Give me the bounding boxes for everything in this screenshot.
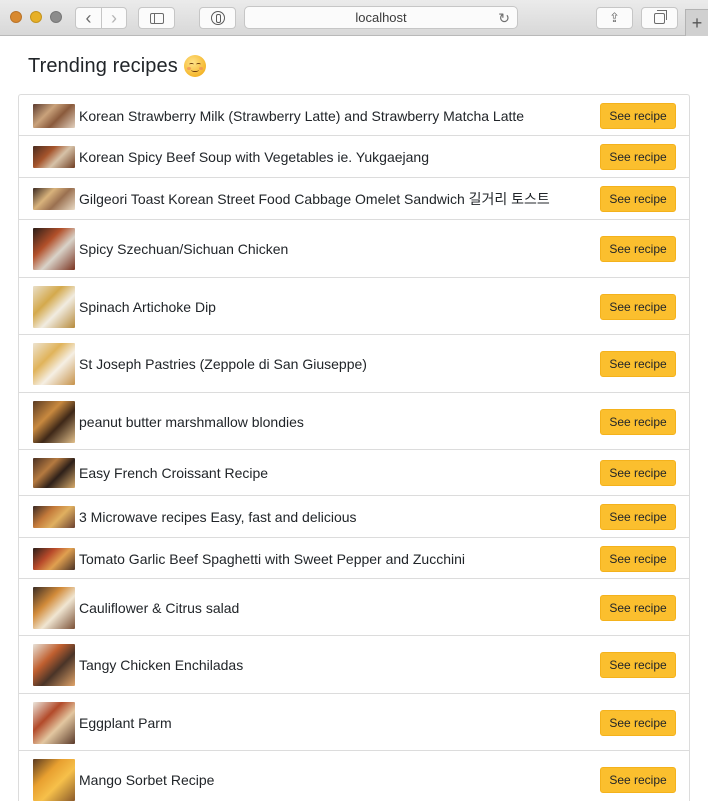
recipe-thumbnail [33,587,75,629]
recipe-row: Tomato Garlic Beef Spaghetti with Sweet … [19,538,689,579]
see-recipe-button[interactable]: See recipe [600,460,676,486]
recipe-row: Spicy Szechuan/Sichuan Chicken See recipe [19,220,689,278]
recipe-thumbnail [33,286,75,328]
recipe-name: Eggplant Parm [79,715,172,731]
see-recipe-button[interactable]: See recipe [600,595,676,621]
recipe-list: Korean Strawberry Milk (Strawberry Latte… [18,94,690,801]
recipe-row: Cauliflower & Citrus salad See recipe [19,579,689,636]
recipe-name: Tangy Chicken Enchiladas [79,657,244,673]
recipe-row: St Joseph Pastries (Zeppole di San Giuse… [19,335,689,393]
recipe-row: 3 Microwave recipes Easy, fast and delic… [19,496,689,538]
see-recipe-button[interactable]: See recipe [600,710,676,736]
privacy-shield-icon [210,11,225,25]
address-url: localhost [355,10,407,25]
recipe-row: Spinach Artichoke Dip See recipe [19,278,689,335]
forward-button[interactable]: › [101,8,126,28]
recipe-thumbnail [33,104,75,128]
recipe-name: Korean Spicy Beef Soup with Vegetables i… [79,149,429,165]
recipe-thumbnail [33,702,75,744]
recipe-thumbnail [33,343,75,385]
navigation-buttons: ‹ › [75,7,127,29]
recipe-name: peanut butter marshmallow blondies [79,414,304,430]
reload-icon[interactable]: ↻ [498,10,510,27]
show-tabs-button[interactable] [641,7,678,29]
see-recipe-button[interactable]: See recipe [600,186,676,212]
address-bar[interactable]: localhost ↻ [244,6,518,29]
see-recipe-button[interactable]: See recipe [600,767,676,793]
recipe-thumbnail [33,401,75,443]
recipe-row: Mango Sorbet Recipe See recipe [19,751,689,801]
recipe-row: Tangy Chicken Enchiladas See recipe [19,636,689,694]
recipe-thumbnail [33,548,75,570]
see-recipe-button[interactable]: See recipe [600,103,676,129]
recipe-row: Gilgeori Toast Korean Street Food Cabbag… [19,178,689,220]
zoom-window-button[interactable] [50,11,62,23]
recipe-name: Cauliflower & Citrus salad [79,600,240,616]
see-recipe-button[interactable]: See recipe [600,236,676,262]
sidebar-toggle-button[interactable] [138,7,175,29]
plus-icon: + [691,12,703,33]
yum-face-icon [183,55,206,77]
recipe-thumbnail [33,188,75,210]
share-icon: ⇪ [609,10,620,25]
see-recipe-button[interactable]: See recipe [600,546,676,572]
tabs-overview-icon [654,9,667,24]
recipe-row: Easy French Croissant Recipe See recipe [19,450,689,496]
recipe-name: Easy French Croissant Recipe [79,465,269,481]
see-recipe-button[interactable]: See recipe [600,504,676,530]
recipe-name: Spicy Szechuan/Sichuan Chicken [79,241,289,257]
recipe-row: peanut butter marshmallow blondies See re… [19,393,689,450]
see-recipe-button[interactable]: See recipe [600,294,676,320]
recipe-thumbnail [33,644,75,686]
recipe-name: Mango Sorbet Recipe [79,772,215,788]
recipe-name: Gilgeori Toast Korean Street Food Cabbag… [79,191,550,207]
see-recipe-button[interactable]: See recipe [600,351,676,377]
recipe-name: Tomato Garlic Beef Spaghetti with Sweet … [79,551,465,567]
new-tab-button[interactable]: + [685,9,708,36]
privacy-report-button[interactable] [199,7,236,29]
recipe-thumbnail [33,146,75,168]
see-recipe-button[interactable]: See recipe [600,144,676,170]
see-recipe-button[interactable]: See recipe [600,409,676,435]
close-window-button[interactable] [10,11,22,23]
browser-toolbar: ‹ › localhost ↻ ⇪ + [0,0,708,36]
recipe-thumbnail [33,228,75,270]
recipe-name: 3 Microwave recipes Easy, fast and delic… [79,509,357,525]
page-title-text: Trending recipes [28,54,178,77]
recipe-name: Korean Strawberry Milk (Strawberry Latte… [79,108,525,124]
chevron-left-icon: ‹ [85,8,92,28]
minimize-window-button[interactable] [30,11,42,23]
sidebar-icon [149,12,164,24]
recipe-thumbnail [33,458,75,488]
see-recipe-button[interactable]: See recipe [600,652,676,678]
recipe-name: Spinach Artichoke Dip [79,299,216,315]
recipe-row: Eggplant Parm See recipe [19,694,689,751]
recipe-thumbnail [33,759,75,801]
recipe-thumbnail [33,506,75,528]
recipe-name: St Joseph Pastries (Zeppole di San Giuse… [79,356,367,372]
recipe-row: Korean Spicy Beef Soup with Vegetables i… [19,136,689,178]
share-button[interactable]: ⇪ [596,7,633,29]
back-button[interactable]: ‹ [76,8,101,28]
chevron-right-icon: › [111,8,117,28]
recipe-row: Korean Strawberry Milk (Strawberry Latte… [19,95,689,136]
page-title: Trending recipes [28,52,206,80]
